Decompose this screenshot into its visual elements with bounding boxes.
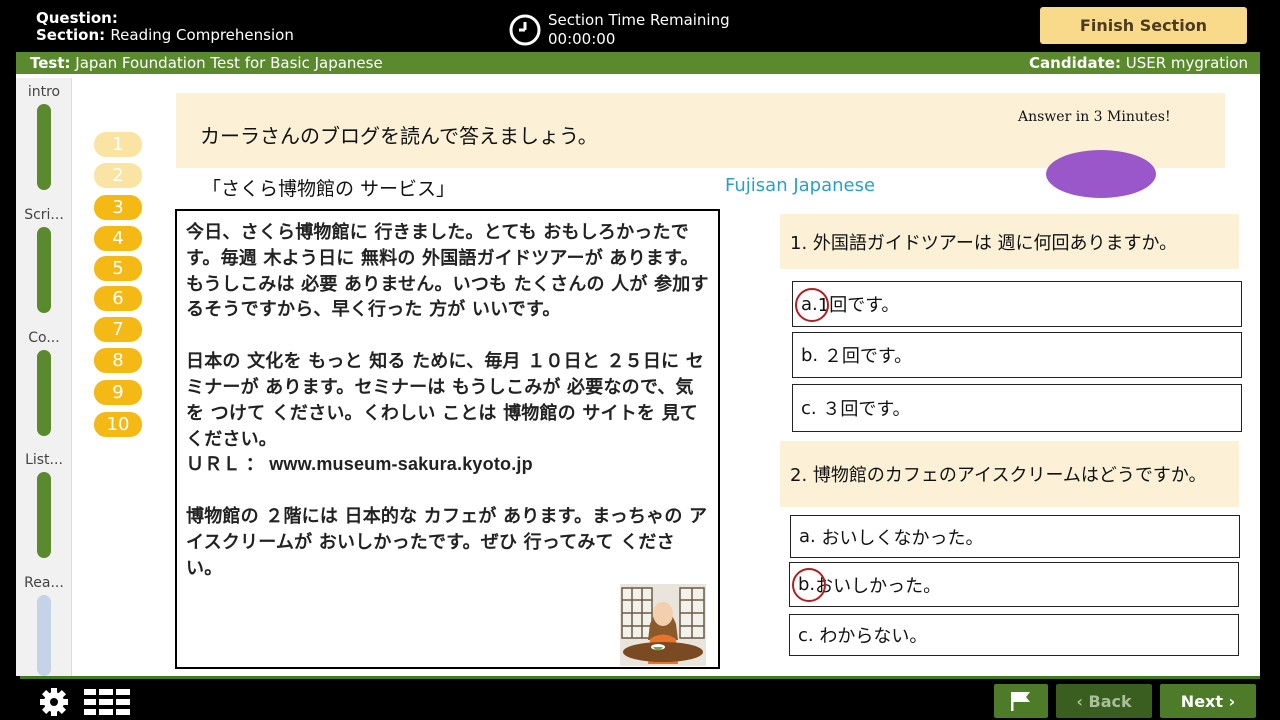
question-2-prompt: 2. 博物館のカフェのアイスクリームはどうですか。 xyxy=(780,441,1239,507)
answer-option-1b[interactable]: b. ２回です。 xyxy=(792,332,1242,378)
timer-label: Section Time Remaining xyxy=(548,11,730,29)
test-label: Test: xyxy=(30,54,71,72)
question-label: Question: xyxy=(36,9,118,27)
section-tab-conversation[interactable]: Co... xyxy=(16,330,72,346)
section-progress-reading xyxy=(37,595,51,676)
section-label: Section: xyxy=(36,26,106,44)
section-progress-intro xyxy=(37,104,51,190)
option-text: ３回です。 xyxy=(822,399,911,420)
section-progress-script xyxy=(37,227,51,313)
chevron-right-icon: › xyxy=(1223,691,1236,711)
finish-section-button[interactable]: Finish Section xyxy=(1040,7,1247,44)
brand-watermark: Fujisan Japanese xyxy=(725,175,876,196)
section-value: Reading Comprehension xyxy=(110,26,294,44)
header-info: Question: Section: Reading Comprehension xyxy=(36,10,294,44)
answer-option-2b[interactable]: b. おいしかった。 xyxy=(789,562,1239,607)
reading-passage: 今日、さくら博物館に 行きました。とても おもしろかったです。毎週 木よう日に … xyxy=(175,209,720,669)
answer-option-2a[interactable]: a. おいしくなかった。 xyxy=(790,515,1240,558)
test-name: Japan Foundation Test for Basic Japanese xyxy=(75,54,383,72)
question-number-button[interactable]: 6 xyxy=(94,286,142,311)
question-number-button[interactable]: 8 xyxy=(94,348,142,373)
option-letter: b. xyxy=(791,568,827,602)
question-number-button[interactable]: 9 xyxy=(94,380,142,405)
answer-option-2c[interactable]: c. わからない。 xyxy=(789,614,1239,656)
question-number-button[interactable]: 5 xyxy=(94,256,142,281)
question-number-button[interactable]: 10 xyxy=(94,412,142,437)
option-letter: c. xyxy=(798,624,814,646)
option-letter: b. xyxy=(801,344,819,366)
cafe-illustration xyxy=(620,584,706,666)
passage-paragraph-3: 博物館の ２階には 日本的な カフェが あります。まっちゃの アイスクリームが … xyxy=(186,506,708,579)
clock-icon xyxy=(509,14,541,46)
section-progress-conversation xyxy=(37,350,51,436)
question-number-button[interactable]: 7 xyxy=(94,317,142,342)
option-text: おいしくなかった。 xyxy=(821,527,984,549)
option-text: おいしかった。 xyxy=(815,575,942,597)
candidate-name: USER mygration xyxy=(1125,54,1248,72)
section-tab-reading[interactable]: Rea... xyxy=(16,575,72,591)
flag-icon xyxy=(1011,692,1030,711)
passage-paragraph-2-text: 日本の 文化を もっと 知る ために、毎月 １０日と ２５日に セミナーが あり… xyxy=(186,351,704,450)
museum-url: ＵＲＬ ： www.museum-sakura.kyoto.jp xyxy=(186,454,533,475)
question-number-button[interactable]: 4 xyxy=(94,226,142,251)
section-tab-intro[interactable]: intro xyxy=(16,84,72,100)
passage-title: 「さくら博物館の サービス」 xyxy=(202,178,456,200)
question-number-button[interactable]: 1 xyxy=(94,132,142,157)
question-1-prompt: 1. 外国語ガイドツアーは 週に何回ありますか。 xyxy=(780,214,1239,269)
time-note: Answer in 3 Minutes! xyxy=(1018,109,1171,125)
option-text: 1回です。 xyxy=(817,295,900,316)
top-header: Question: Section: Reading Comprehension… xyxy=(16,0,1260,52)
back-label: Back xyxy=(1088,691,1132,711)
section-tab-script[interactable]: Scri... xyxy=(16,207,72,223)
test-status-bar: Test: Japan Foundation Test for Basic Ja… xyxy=(16,52,1260,74)
flag-button[interactable] xyxy=(994,684,1048,718)
question-number-button[interactable]: 2 xyxy=(94,163,142,188)
chevron-left-icon: ‹ xyxy=(1076,691,1089,711)
timer-value: 00:00:00 xyxy=(548,30,616,48)
candidate-label: Candidate: xyxy=(1029,54,1121,72)
answer-option-1c[interactable]: c. ３回です。 xyxy=(792,384,1242,432)
answer-option-1a[interactable]: a. 1回です。 xyxy=(792,281,1242,327)
gear-icon[interactable] xyxy=(36,687,72,717)
option-letter: a. xyxy=(799,526,816,547)
option-letter: a. xyxy=(795,287,829,322)
section-timer: Section Time Remaining 00:00:00 xyxy=(508,11,730,49)
grid-icon[interactable] xyxy=(84,689,130,715)
section-progress-listening xyxy=(37,472,51,558)
next-button[interactable]: Next › xyxy=(1160,684,1256,718)
section-nav: intro Scri... Co... List... Rea... xyxy=(16,78,72,676)
bottom-toolbar: ‹ Back Next › xyxy=(20,676,1260,720)
passage-paragraph-2: 日本の 文化を もっと 知る ために、毎月 １０日と ２５日に セミナーが あり… xyxy=(186,349,709,478)
section-tab-listening[interactable]: List... xyxy=(16,452,72,468)
instruction-text: カーラさんのブログを読んで答えましょう。 xyxy=(200,124,598,148)
option-text: ２回です。 xyxy=(823,346,913,367)
option-letter: c. xyxy=(801,397,817,419)
option-text: わからない。 xyxy=(819,626,928,647)
main-area: intro Scri... Co... List... Rea... 1 2 3… xyxy=(16,74,1260,676)
passage-paragraph-1: 今日、さくら博物館に 行きました。とても おもしろかったです。毎週 木よう日に … xyxy=(186,222,709,321)
back-button[interactable]: ‹ Back xyxy=(1056,684,1152,718)
purple-ellipse-shape xyxy=(1046,150,1156,198)
question-number-button[interactable]: 3 xyxy=(94,195,142,220)
next-label: Next xyxy=(1180,691,1224,711)
